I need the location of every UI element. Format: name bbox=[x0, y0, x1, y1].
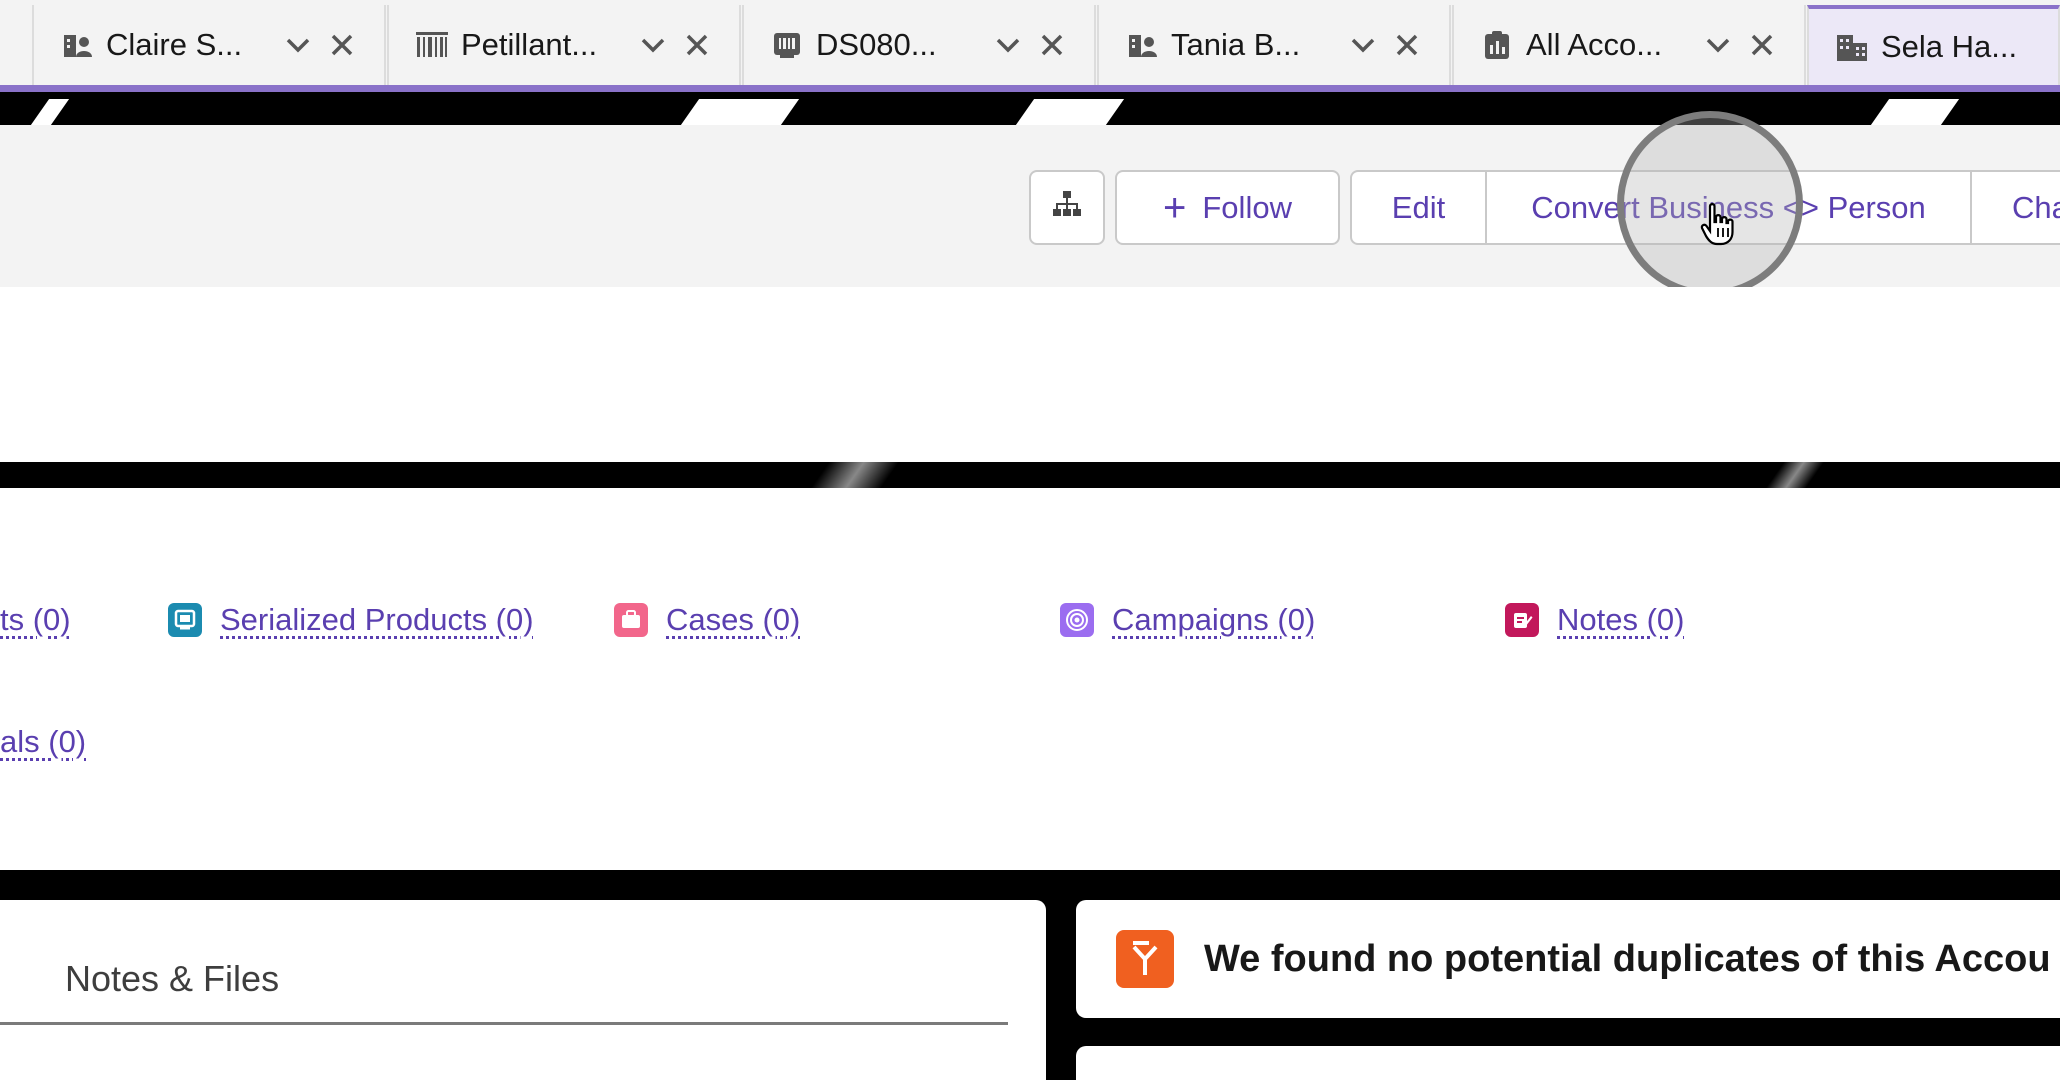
banner-strip-2 bbox=[0, 462, 2060, 488]
merge-icon bbox=[1116, 930, 1174, 988]
related-link-partial-bottom[interactable]: als (0) bbox=[0, 724, 86, 760]
clipboard-icon bbox=[1480, 28, 1514, 62]
campaign-target-icon bbox=[1060, 603, 1094, 637]
tab-claire[interactable]: Claire S... bbox=[32, 5, 386, 85]
related-link-notes[interactable]: Notes (0) bbox=[1505, 602, 1684, 638]
related-link-campaigns[interactable]: Campaigns (0) bbox=[1060, 602, 1315, 638]
chevron-down-icon[interactable] bbox=[637, 29, 669, 61]
serialized-product-icon bbox=[770, 28, 804, 62]
serialized-product-icon bbox=[168, 603, 202, 637]
building-icon bbox=[1835, 30, 1869, 64]
tab-sela-active[interactable]: Sela Ha... bbox=[1807, 5, 2060, 85]
tab-label: All Acco... bbox=[1526, 27, 1663, 62]
chevron-down-icon[interactable] bbox=[1347, 29, 1379, 61]
tab-label: Sela Ha... bbox=[1881, 29, 2018, 64]
related-link-partial-top[interactable]: ts (0) bbox=[0, 602, 71, 638]
chevron-down-icon[interactable] bbox=[282, 29, 314, 61]
hierarchy-icon bbox=[1051, 188, 1083, 228]
close-icon[interactable] bbox=[326, 29, 358, 61]
app-root: Claire S... Petillant... DS080... Tania … bbox=[0, 0, 2060, 1080]
barcode-icon bbox=[415, 28, 449, 62]
tab-petillant[interactable]: Petillant... bbox=[387, 5, 741, 85]
duplicate-check-card: We found no potential duplicates of this… bbox=[1076, 900, 2060, 1018]
record-highlights-area bbox=[0, 287, 2060, 462]
tab-label: Petillant... bbox=[461, 27, 598, 62]
person-account-icon bbox=[60, 28, 94, 62]
case-briefcase-icon bbox=[614, 603, 648, 637]
tab-label: Tania B... bbox=[1171, 27, 1301, 62]
plus-icon: + bbox=[1163, 185, 1187, 230]
card-divider bbox=[0, 1022, 1008, 1025]
tab-label: DS080... bbox=[816, 27, 937, 62]
close-icon[interactable] bbox=[1391, 29, 1423, 61]
change-owner-button[interactable]: Cha bbox=[1970, 170, 2060, 245]
person-account-icon bbox=[1125, 28, 1159, 62]
tab-all-accounts[interactable]: All Acco... bbox=[1452, 5, 1806, 85]
follow-button[interactable]: + Follow bbox=[1115, 170, 1340, 245]
hand-cursor-icon bbox=[1700, 202, 1736, 246]
notes-files-title: Notes & Files bbox=[65, 958, 280, 999]
workspace-tab-bar: Claire S... Petillant... DS080... Tania … bbox=[0, 0, 2060, 92]
duplicates-message: We found no potential duplicates of this… bbox=[1204, 938, 2051, 980]
close-icon[interactable] bbox=[681, 29, 713, 61]
chevron-down-icon[interactable] bbox=[1702, 29, 1734, 61]
chevron-down-icon[interactable] bbox=[992, 29, 1024, 61]
next-card bbox=[1076, 1046, 2060, 1080]
view-hierarchy-button[interactable] bbox=[1029, 170, 1105, 245]
close-icon[interactable] bbox=[1036, 29, 1068, 61]
close-icon[interactable] bbox=[1746, 29, 1778, 61]
related-link-serialized-products[interactable]: Serialized Products (0) bbox=[168, 602, 534, 638]
related-list-quick-links: ts (0) Serialized Products (0) Cases (0)… bbox=[0, 488, 2060, 870]
notes-files-card: Notes & Files bbox=[0, 900, 1046, 1080]
note-icon bbox=[1505, 603, 1539, 637]
edit-button[interactable]: Edit bbox=[1350, 170, 1487, 245]
tab-ds080[interactable]: DS080... bbox=[742, 5, 1096, 85]
tab-tania[interactable]: Tania B... bbox=[1097, 5, 1451, 85]
related-link-cases[interactable]: Cases (0) bbox=[614, 602, 800, 638]
tab-label: Claire S... bbox=[106, 27, 243, 62]
